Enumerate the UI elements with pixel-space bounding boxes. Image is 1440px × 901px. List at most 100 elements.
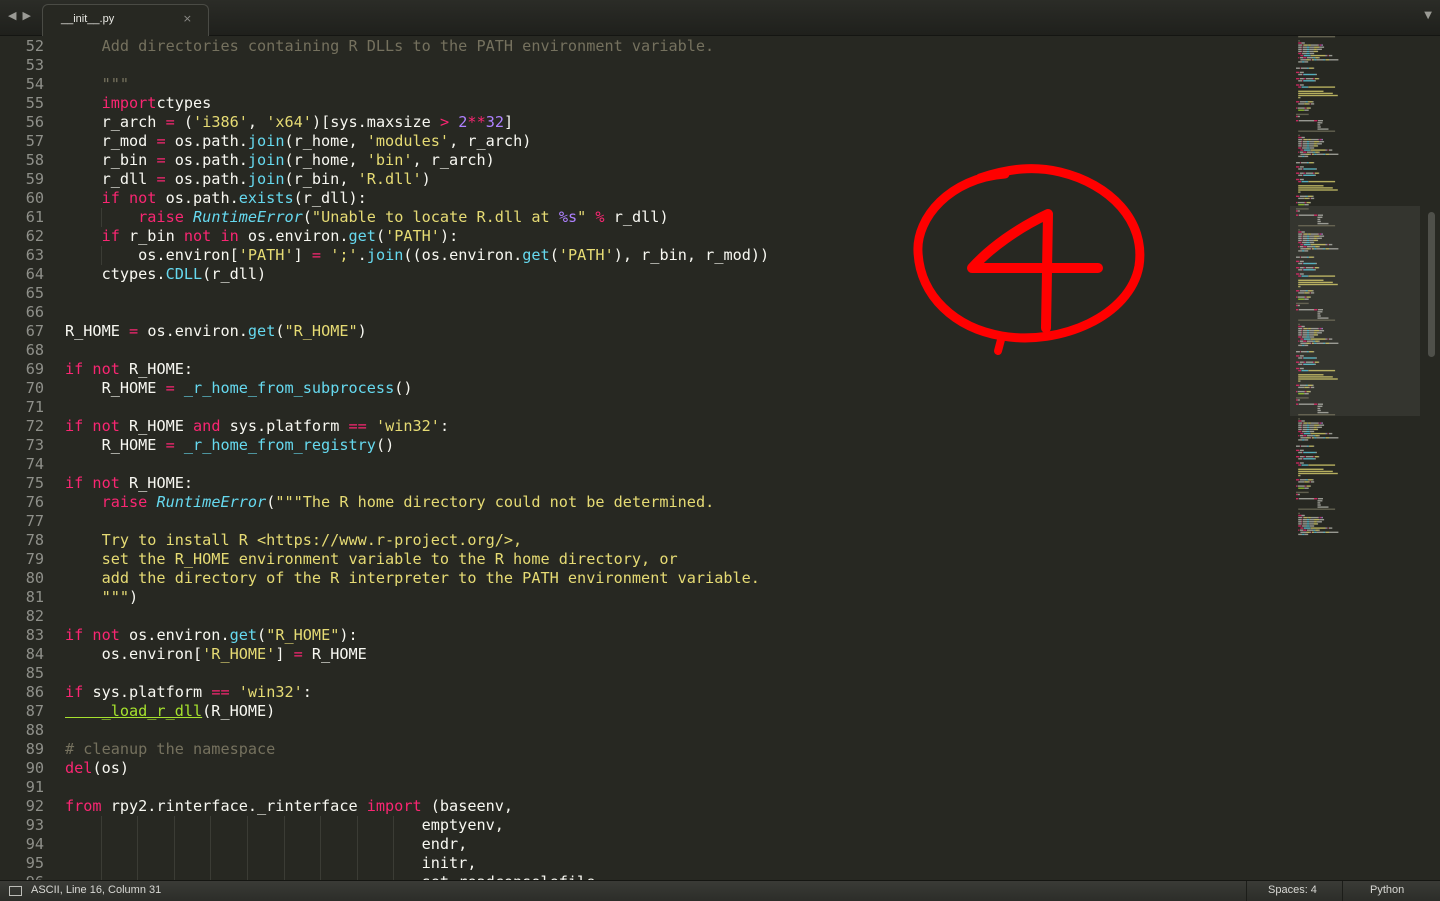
minimap-line (1306, 241, 1310, 244)
forward-arrow-icon[interactable]: ▶ (22, 9, 36, 22)
code-line[interactable]: from rpy2.rinterface._rinterface import … (65, 797, 513, 816)
minimap-line (1300, 531, 1307, 533)
minimap-line (1313, 239, 1318, 242)
code-line[interactable]: if not R_HOME: (65, 360, 193, 379)
code-line[interactable]: r_bin = os.path.join(r_home, 'bin', r_ar… (65, 151, 495, 170)
code-line[interactable]: ctypes.CDLL(r_dll) (65, 265, 267, 284)
code-line[interactable]: os.environ['R_HOME'] = R_HOME (65, 645, 367, 664)
minimap-line (1298, 369, 1301, 372)
code-line[interactable]: if not R_HOME: (65, 474, 193, 493)
vertical-scrollbar[interactable] (1428, 212, 1435, 357)
code-line[interactable]: if not R_HOME and sys.platform == 'win32… (65, 417, 449, 436)
minimap-line (1307, 340, 1314, 342)
editor-area[interactable]: 52 53 54 55 56 57 58 59 60 61 62 63 64 65 66 67 68 69 70 71… (0, 36, 1440, 880)
minimap-line (1314, 435, 1316, 437)
code-line[interactable]: r_mod = os.path.join(r_home, 'modules', … (65, 132, 532, 151)
code-token: % (595, 208, 605, 226)
minimap-line (1303, 243, 1311, 246)
code-line[interactable]: raise RuntimeError("""The R home directo… (65, 493, 715, 512)
minimap-line (1314, 424, 1320, 426)
indentation-setting[interactable]: Spaces: 4 (1268, 884, 1317, 896)
minimap[interactable] (1290, 36, 1420, 880)
minimap-line (1309, 50, 1314, 53)
minimap-line (1326, 338, 1328, 340)
code-line[interactable]: Try to install R <https://www.r-project.… (65, 531, 523, 550)
minimap-line (1309, 241, 1315, 244)
minimap-line (1302, 52, 1307, 55)
minimap-line (1310, 248, 1312, 250)
code-token: join (366, 246, 404, 264)
code-line[interactable]: if not os.environ.get("R_HOME"): (65, 626, 358, 645)
minimap-line (1325, 527, 1327, 529)
code-line[interactable]: raise RuntimeError("Unable to locate R.d… (65, 208, 668, 227)
code-line[interactable]: if not os.path.exists(r_dll): (65, 189, 367, 208)
minimap-line (1296, 399, 1298, 401)
panel-toggle-icon[interactable] (9, 886, 22, 896)
tab-menu-icon[interactable]: ▼ (1424, 10, 1432, 21)
code-line[interactable]: endr, (65, 835, 468, 854)
minimap-line (1306, 59, 1310, 61)
line-number: 75 (25, 474, 44, 492)
code-line[interactable]: r_arch = ('i386', 'x64')[sys.maxsize > 2… (65, 113, 514, 132)
minimap-line (1298, 393, 1305, 395)
minimap-line (1299, 162, 1301, 164)
minimap-line (1298, 378, 1338, 380)
minimap-line (1310, 292, 1315, 294)
minimap-line (1309, 336, 1315, 338)
code-line[interactable]: R_HOME = _r_home_from_registry() (65, 436, 395, 455)
code-line[interactable]: Add directories containing R DLLs to the… (65, 37, 715, 56)
minimap-line (1310, 44, 1319, 46)
code-token: rpy2.rinterface._rinterface (101, 797, 367, 815)
minimap-line (1298, 418, 1300, 420)
code-token: raise (65, 208, 184, 226)
code-line[interactable]: if sys.platform == 'win32': (65, 683, 312, 702)
back-arrow-icon[interactable]: ◀ (8, 9, 22, 22)
syntax-selector[interactable]: Python (1370, 884, 1404, 896)
tab-nav-arrows[interactable]: ◀▶ (8, 9, 37, 22)
code-token: ] (504, 113, 514, 131)
minimap-line (1315, 57, 1319, 59)
code-line[interactable]: R_HOME = _r_home_from_subprocess() (65, 379, 413, 398)
code-line[interactable]: r_dll = os.path.join(r_bin, 'R.dll') (65, 170, 431, 189)
minimap-line (1303, 357, 1316, 359)
minimap-line (1307, 57, 1314, 59)
minimap-line (1310, 342, 1312, 344)
code-line[interactable]: """) (65, 588, 139, 607)
code-token: 32 (485, 113, 505, 131)
minimap-line (1309, 523, 1314, 525)
minimap-line (1303, 516, 1307, 519)
cursor-position[interactable]: ASCII, Line 16, Column 31 (31, 884, 161, 896)
minimap-line (1308, 195, 1313, 197)
minimap-line (1321, 44, 1323, 46)
code-line[interactable]: # cleanup the namespace (65, 740, 275, 759)
close-icon[interactable]: × (183, 12, 192, 25)
code-line[interactable]: initr, (65, 854, 477, 873)
minimap-line (1299, 449, 1304, 452)
code-line[interactable]: importctypes (65, 94, 212, 113)
code-line[interactable]: add the directory of the R interpreter t… (65, 569, 760, 588)
minimap-line (1301, 86, 1309, 88)
code-line[interactable]: if r_bin not in os.environ.get('PATH'): (65, 227, 459, 246)
code-line[interactable]: set the R_HOME environment variable to t… (65, 550, 678, 569)
minimap-line (1310, 103, 1315, 105)
indent-guide (356, 816, 358, 835)
minimap-line (1299, 340, 1304, 342)
minimap-line (1296, 367, 1300, 370)
code-line[interactable]: R_HOME = os.environ.get("R_HOME") (65, 322, 367, 341)
code-line[interactable]: _load_r_dll(R_HOME) (65, 702, 276, 721)
code-line[interactable]: """ (65, 75, 129, 94)
status-bar: ASCII, Line 16, Column 31 Spaces: 4 Pyth… (0, 880, 1440, 901)
minimap-line (1302, 430, 1307, 433)
minimap-line (1304, 155, 1309, 158)
minimap-line (1296, 445, 1300, 447)
code-line[interactable]: os.environ['PATH'] = ';'.join((os.enviro… (65, 246, 769, 265)
file-tab[interactable]: __init__.py × (42, 4, 209, 36)
minimap-line (1307, 50, 1310, 53)
minimap-line (1327, 432, 1329, 435)
code-line[interactable]: set_readconsolefile, (65, 873, 605, 880)
minimap-line (1298, 420, 1302, 422)
code-token: R_HOME: (119, 360, 194, 378)
line-number: 73 (25, 436, 44, 454)
minimap-line (1301, 334, 1303, 336)
code-line[interactable]: del(os) (65, 759, 129, 778)
